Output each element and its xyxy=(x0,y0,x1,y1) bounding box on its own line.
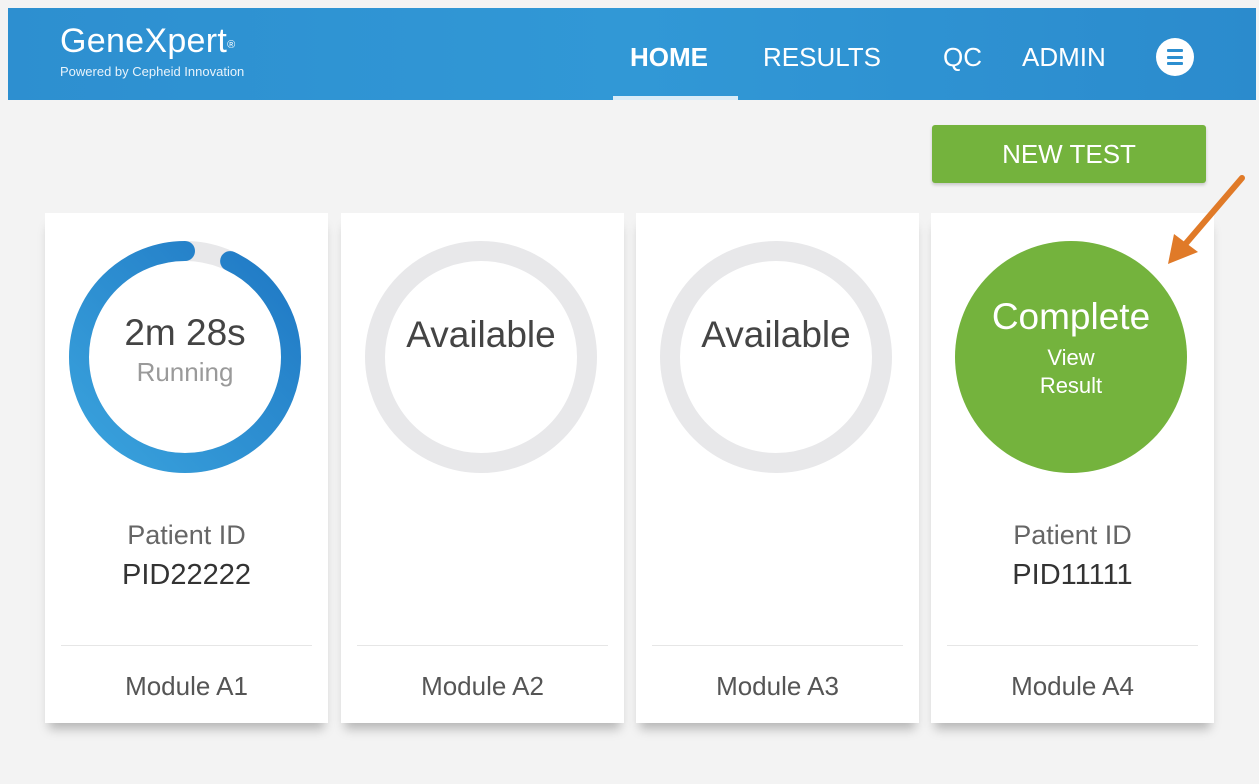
status-ring[interactable]: Available xyxy=(659,240,893,474)
idle-ring xyxy=(660,241,892,473)
genexpert-logo: GeneXpert® Powered by Cepheid Innovation xyxy=(60,22,244,79)
menu-icon[interactable] xyxy=(1156,38,1194,76)
module-card-a1[interactable]: 2m 28s Running Patient ID PID22222 Modul… xyxy=(45,213,328,723)
app-header: GeneXpert® Powered by Cepheid Innovation… xyxy=(8,8,1256,100)
running-status: Running xyxy=(136,357,234,387)
card-divider xyxy=(652,645,903,646)
status-ring[interactable]: 2m 28s Running xyxy=(68,240,302,474)
available-status: Available xyxy=(701,314,851,355)
time-remaining: 2m 28s xyxy=(124,312,246,353)
module-name: Module A4 xyxy=(1011,671,1134,701)
patient-id-label: Patient ID xyxy=(1013,520,1132,550)
card-divider xyxy=(357,645,608,646)
nav-admin[interactable]: ADMIN xyxy=(1022,42,1106,72)
card-divider xyxy=(61,645,312,646)
logo-tagline: Powered by Cepheid Innovation xyxy=(60,64,245,79)
view-result-button[interactable]: Complete View Result xyxy=(954,240,1188,474)
logo-name: GeneXpert® xyxy=(60,22,236,60)
active-tab-indicator xyxy=(613,96,738,100)
status-ring[interactable]: Available xyxy=(364,240,598,474)
nav-qc[interactable]: QC xyxy=(943,42,982,72)
module-name: Module A1 xyxy=(125,671,248,701)
complete-status: Complete xyxy=(991,296,1151,337)
module-name: Module A2 xyxy=(421,671,544,701)
patient-id-label: Patient ID xyxy=(127,520,246,550)
module-name: Module A3 xyxy=(716,671,839,701)
registered-mark: ® xyxy=(227,39,236,51)
nav-home[interactable]: HOME xyxy=(630,42,708,72)
patient-id-value: PID22222 xyxy=(122,559,251,591)
patient-id-value: PID11111 xyxy=(1012,559,1133,591)
module-card-a3[interactable]: Available Module A3 xyxy=(636,213,919,723)
nav-results[interactable]: RESULTS xyxy=(763,42,881,72)
annotation-arrow-icon xyxy=(1168,175,1245,264)
module-card-a4[interactable]: Complete View Result Patient ID PID11111… xyxy=(931,213,1214,723)
module-card-a2[interactable]: Available Module A2 xyxy=(341,213,624,723)
idle-ring xyxy=(365,241,597,473)
available-status: Available xyxy=(406,314,556,355)
view-result-link[interactable]: View Result xyxy=(954,344,1188,400)
card-divider xyxy=(947,645,1198,646)
